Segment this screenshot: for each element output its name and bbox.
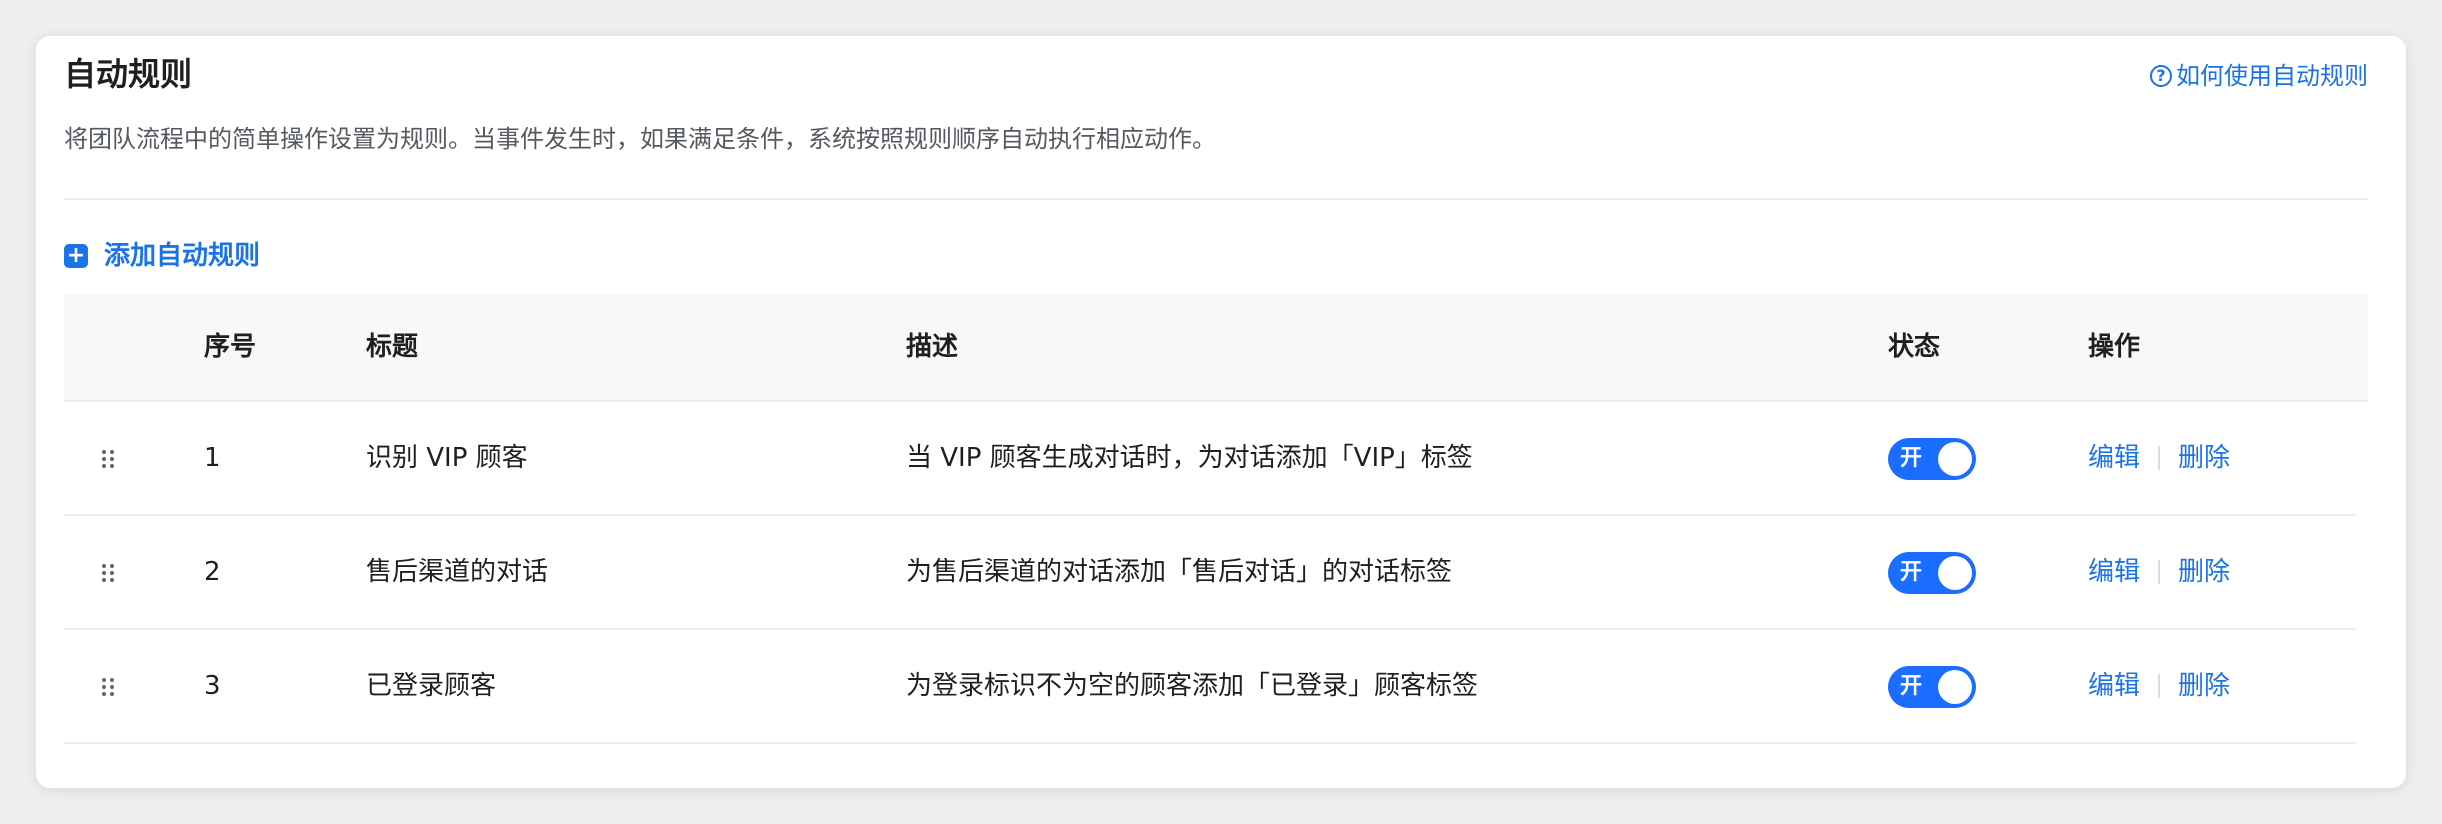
edit-link[interactable]: 编辑 — [2088, 402, 2140, 514]
toggle-knob — [1938, 556, 1972, 590]
action-separator — [2158, 446, 2161, 470]
header-divider — [64, 198, 2368, 200]
column-header-description: 描述 — [906, 332, 959, 362]
rules-table: 序号 标题 描述 状态 操作 1 识别 VIP 顾客 当 VIP 顾客生成对话时… — [64, 294, 2368, 744]
help-link[interactable]: ? 如何使用自动规则 — [2150, 60, 2368, 92]
table-header: 序号 标题 描述 状态 操作 — [64, 294, 2368, 402]
drag-handle-icon[interactable] — [102, 678, 116, 696]
auto-rules-card: 自动规则 ? 如何使用自动规则 将团队流程中的简单操作设置为规则。当事件发生时，… — [36, 36, 2406, 788]
help-link-label: 如何使用自动规则 — [2176, 62, 2368, 90]
edit-link[interactable]: 编辑 — [2088, 516, 2140, 628]
row-actions: 编辑 删除 — [2088, 516, 2230, 628]
add-rule-button[interactable]: + 添加自动规则 — [64, 238, 260, 274]
drag-handle-icon[interactable] — [102, 450, 116, 468]
column-header-number: 序号 — [204, 332, 257, 362]
rule-title: 已登录顾客 — [366, 671, 497, 701]
action-separator — [2158, 560, 2161, 584]
column-header-status: 状态 — [1888, 332, 1941, 362]
row-actions: 编辑 删除 — [2088, 630, 2230, 742]
add-rule-label: 添加自动规则 — [104, 241, 261, 271]
toggle-label: 开 — [1900, 560, 1923, 585]
column-header-title: 标题 — [366, 332, 419, 362]
table-row: 3 已登录顾客 为登录标识不为空的顾客添加「已登录」顾客标签 开 编辑 删除 — [64, 630, 2356, 744]
row-number: 1 — [204, 443, 221, 473]
drag-handle-icon[interactable] — [102, 564, 116, 582]
row-number: 2 — [204, 557, 221, 587]
plus-square-icon: + — [64, 244, 88, 268]
rule-description: 为售后渠道的对话添加「售后对话」的对话标签 — [906, 557, 1453, 587]
delete-link[interactable]: 删除 — [2178, 630, 2230, 742]
rule-title: 售后渠道的对话 — [366, 557, 549, 587]
edit-link[interactable]: 编辑 — [2088, 630, 2140, 742]
page-description: 将团队流程中的简单操作设置为规则。当事件发生时，如果满足条件，系统按照规则顺序自… — [64, 125, 1216, 153]
rule-title: 识别 VIP 顾客 — [366, 443, 528, 473]
row-actions: 编辑 删除 — [2088, 402, 2230, 514]
delete-link[interactable]: 删除 — [2178, 516, 2230, 628]
table-row: 2 售后渠道的对话 为售后渠道的对话添加「售后对话」的对话标签 开 编辑 删除 — [64, 516, 2356, 630]
status-toggle[interactable]: 开 — [1888, 438, 1976, 480]
toggle-label: 开 — [1900, 446, 1923, 471]
action-separator — [2158, 674, 2161, 698]
status-toggle[interactable]: 开 — [1888, 552, 1976, 594]
rule-description: 当 VIP 顾客生成对话时，为对话添加「VIP」标签 — [906, 443, 1473, 473]
column-header-actions: 操作 — [2088, 332, 2141, 362]
toggle-knob — [1938, 442, 1972, 476]
row-number: 3 — [204, 671, 221, 701]
delete-link[interactable]: 删除 — [2178, 402, 2230, 514]
toggle-label: 开 — [1900, 674, 1923, 699]
rule-description: 为登录标识不为空的顾客添加「已登录」顾客标签 — [906, 671, 1479, 701]
toggle-knob — [1938, 670, 1972, 704]
page-title: 自动规则 — [64, 55, 193, 93]
table-row: 1 识别 VIP 顾客 当 VIP 顾客生成对话时，为对话添加「VIP」标签 开… — [64, 402, 2356, 516]
question-circle-icon: ? — [2150, 65, 2172, 87]
status-toggle[interactable]: 开 — [1888, 666, 1976, 708]
